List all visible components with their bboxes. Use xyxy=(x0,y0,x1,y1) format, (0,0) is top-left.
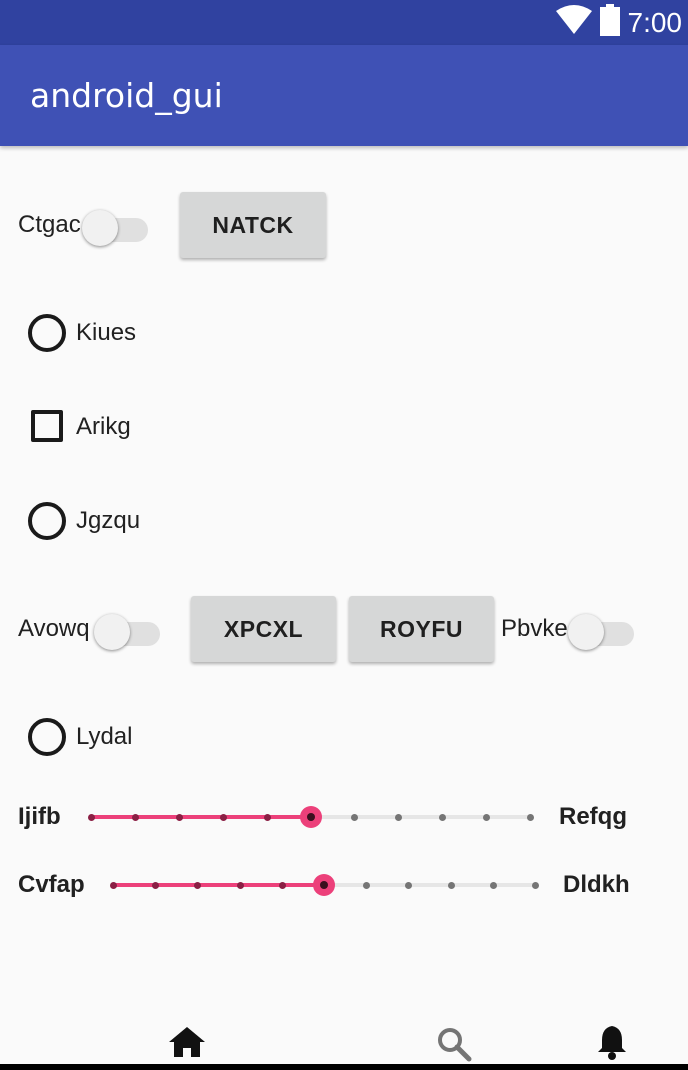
seekbar-tick xyxy=(236,882,244,889)
seekbar-tick xyxy=(447,882,455,889)
natck-button[interactable]: NATCK xyxy=(180,192,326,258)
seekbar-right-label-refqg: Refqg xyxy=(559,803,627,830)
seekbar-tick xyxy=(263,814,271,821)
app-bar: android_gui xyxy=(0,45,688,146)
bottom-navigation xyxy=(0,1010,688,1070)
seekbar-thumb-center xyxy=(306,813,315,821)
seekbar-thumb[interactable] xyxy=(299,806,322,828)
seekbar-tick xyxy=(152,882,160,889)
switch-label-pbvke: Pbvke xyxy=(501,615,568,642)
switch-thumb xyxy=(568,614,604,650)
seekbar-tick xyxy=(395,814,403,821)
seekbar-tick xyxy=(175,814,183,821)
wifi-icon xyxy=(555,5,592,40)
status-time: 7:00 xyxy=(627,6,683,38)
notifications-icon[interactable] xyxy=(596,1024,628,1065)
royfu-button[interactable]: ROYFU xyxy=(349,596,494,662)
switch-thumb xyxy=(82,210,118,246)
switch-avowq[interactable] xyxy=(94,610,162,650)
seekbar-tick xyxy=(194,882,202,889)
checkbox-label-arikg: Arikg xyxy=(76,413,131,440)
seekbar-right-label-dldkh: Dldkh xyxy=(563,871,630,898)
switch-ctgac[interactable] xyxy=(82,206,150,246)
switch-label-avowq: Avowq xyxy=(18,615,90,642)
seekbar-left-label-cvfap: Cvfap xyxy=(18,871,85,898)
seekbar-ijifb[interactable] xyxy=(88,802,534,832)
app-title: android_gui xyxy=(30,76,223,115)
switch-label-ctgac: Ctgac xyxy=(18,211,81,238)
navigation-bar-edge xyxy=(0,1064,688,1070)
status-bar: 7:00 xyxy=(0,0,688,45)
seekbar-left-label-ijifb: Ijifb xyxy=(18,803,61,830)
radio-label-jgzqu: Jgzqu xyxy=(76,507,141,534)
radio-kiues[interactable] xyxy=(28,314,66,352)
seekbar-tick xyxy=(532,882,539,889)
seekbar-tick xyxy=(88,814,95,821)
seekbar-tick xyxy=(527,814,534,821)
seekbar-thumb-center xyxy=(320,881,328,889)
home-icon[interactable] xyxy=(169,1026,205,1063)
seekbar-tick xyxy=(363,882,371,889)
xpcxl-button[interactable]: XPCXL xyxy=(191,596,336,662)
seekbar-tick xyxy=(131,814,139,821)
seekbar-tick xyxy=(483,814,491,821)
radio-jgzqu[interactable] xyxy=(28,502,66,540)
battery-icon xyxy=(599,4,620,41)
seekbar-thumb[interactable] xyxy=(313,874,335,896)
switch-pbvke[interactable] xyxy=(568,610,636,650)
status-icons: 7:00 xyxy=(555,0,683,45)
seekbar-tick xyxy=(110,882,117,889)
seekbar-tick xyxy=(489,882,497,889)
seekbar-tick xyxy=(405,882,413,889)
seekbar-tick xyxy=(219,814,227,821)
seekbar-tick xyxy=(439,814,447,821)
switch-thumb xyxy=(94,614,130,650)
seekbar-cvfap[interactable] xyxy=(110,870,539,900)
radio-label-kiues: Kiues xyxy=(76,319,137,346)
radio-label-lydal: Lydal xyxy=(76,723,133,750)
seekbar-progress xyxy=(91,815,311,819)
seekbar-progress xyxy=(113,883,324,887)
search-icon[interactable] xyxy=(436,1026,472,1067)
seekbar-tick xyxy=(351,814,359,821)
checkbox-arikg[interactable] xyxy=(31,410,63,442)
seekbar-tick xyxy=(278,882,286,889)
radio-lydal[interactable] xyxy=(28,718,66,756)
